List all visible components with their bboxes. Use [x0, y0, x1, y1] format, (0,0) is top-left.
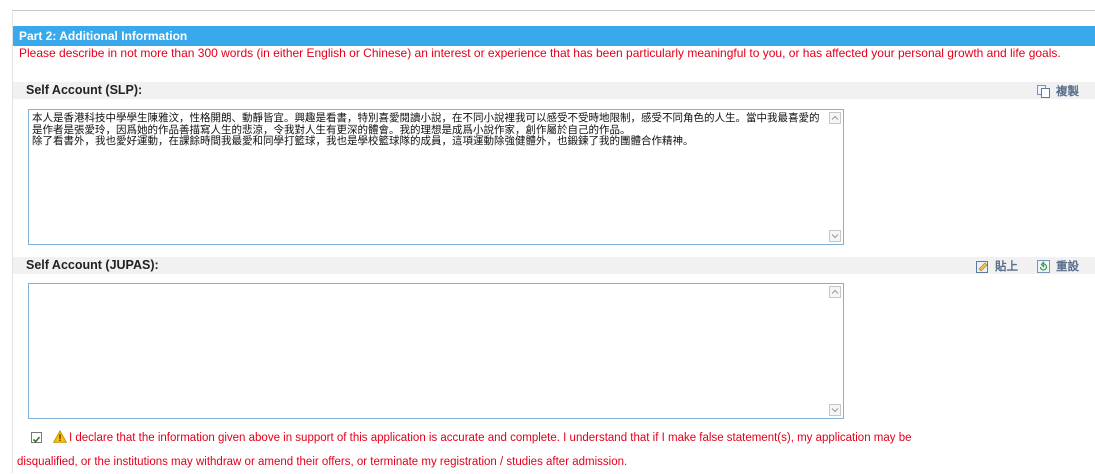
section-header: Part 2: Additional Information [13, 26, 1095, 46]
slp-textarea[interactable]: 本人是香港科技中學學生陳雅汶，性格開朗、動靜皆宜。興趣是看書，特別喜愛閱讀小說，… [28, 109, 844, 245]
declaration-line-1: I declare that the information given abo… [69, 432, 912, 444]
reset-label: 重設 [1056, 261, 1079, 273]
arrow-down-icon [831, 234, 839, 239]
paste-icon [976, 260, 989, 273]
slp-scrollbar[interactable] [828, 110, 843, 244]
copy-label: 複製 [1056, 86, 1079, 98]
jupas-textarea[interactable] [28, 283, 844, 419]
paste-button[interactable]: 貼上 [976, 258, 1018, 274]
jupas-label: Self Account (JUPAS): [13, 257, 1095, 274]
slp-label: Self Account (SLP): [13, 82, 1095, 99]
arrow-up-icon [831, 289, 839, 294]
scroll-up-button[interactable] [829, 112, 841, 124]
reset-button[interactable]: 重設 [1037, 258, 1079, 274]
scroll-down-button[interactable] [829, 230, 841, 242]
checkmark-icon [32, 436, 41, 443]
declaration-checkbox[interactable] [31, 432, 42, 443]
slp-text: 本人是香港科技中學學生陳雅汶，性格開朗、動靜皆宜。興趣是看書，特別喜愛閱讀小說，… [32, 112, 820, 147]
reset-icon [1037, 259, 1050, 273]
top-divider [12, 10, 1095, 11]
declaration-line-2: disqualified, or the institutions may wi… [17, 456, 628, 468]
arrow-down-icon [831, 408, 839, 413]
section-description: Please describe in not more than 300 wor… [19, 46, 1061, 60]
jupas-scrollbar[interactable] [828, 284, 843, 418]
arrow-up-icon [831, 115, 839, 120]
copy-button[interactable]: 複製 [1037, 83, 1079, 99]
paste-label: 貼上 [995, 261, 1018, 273]
scroll-up-button[interactable] [829, 286, 841, 298]
warning-icon [52, 429, 68, 446]
copy-icon [1037, 84, 1050, 98]
scroll-down-button[interactable] [829, 404, 841, 416]
